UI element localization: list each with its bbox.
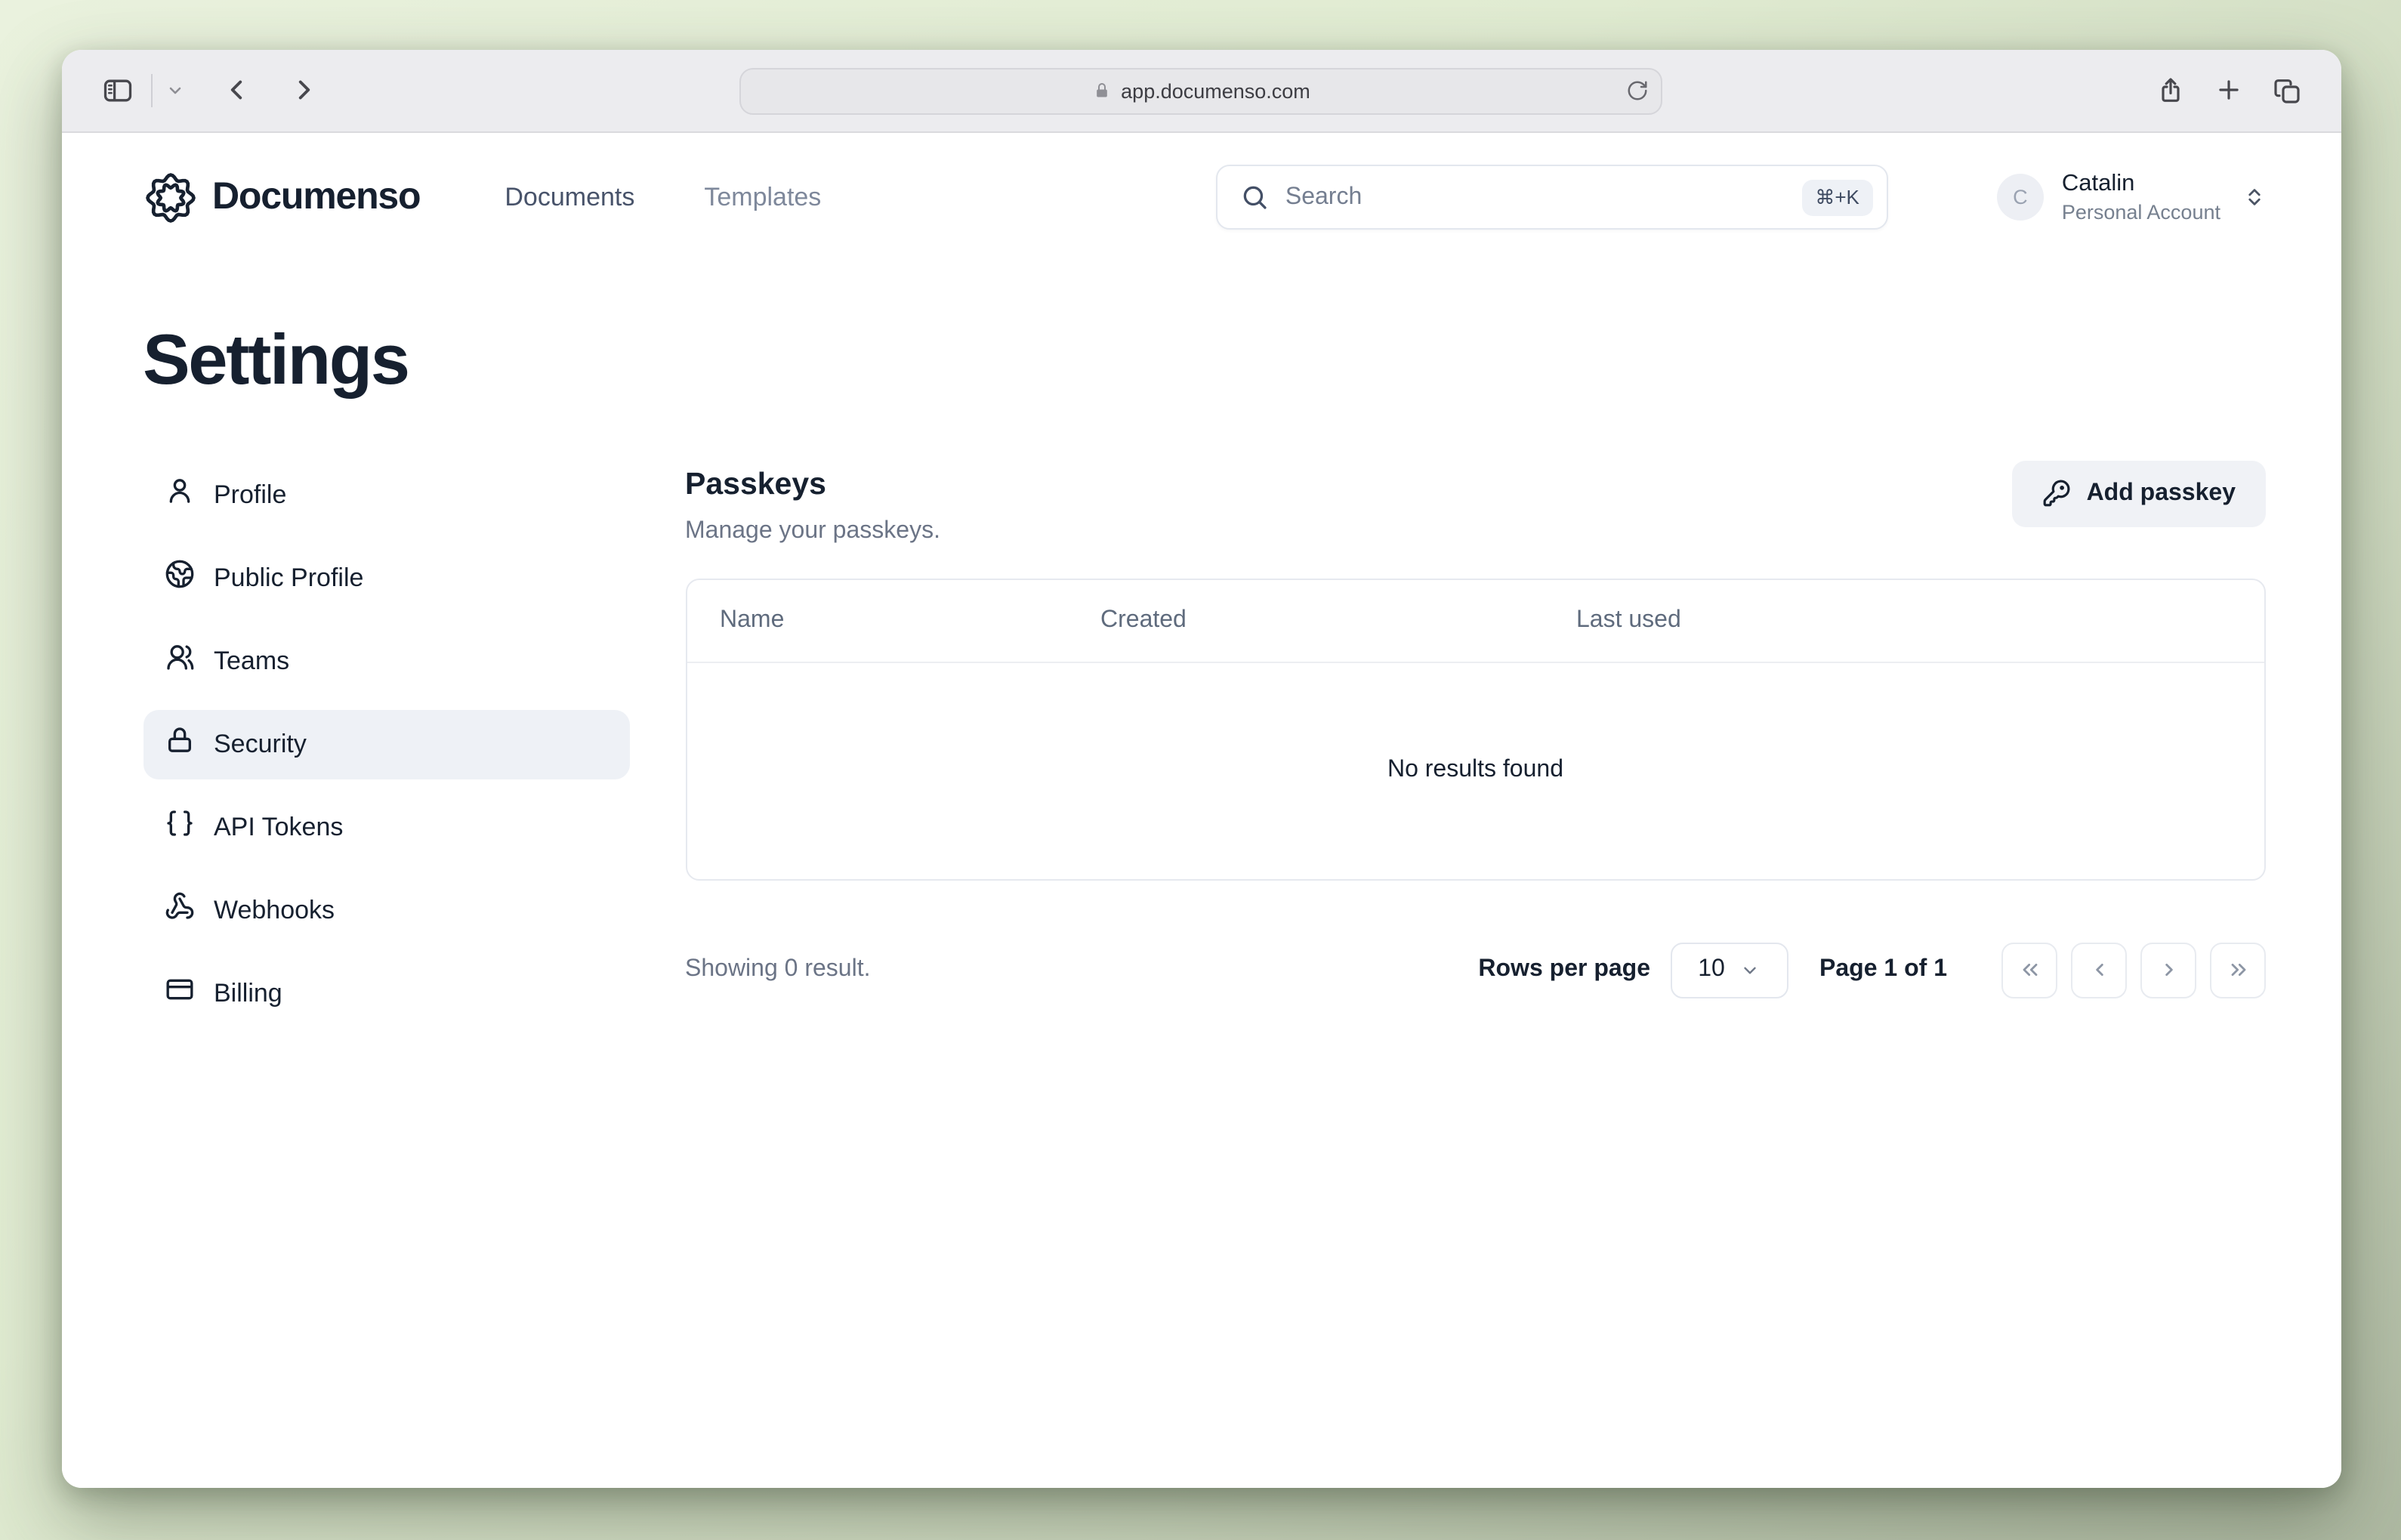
app-header: Documenso Documents Templates ⌘+K C C xyxy=(61,132,2341,262)
page-status: Page 1 of 1 xyxy=(1819,956,1947,983)
toolbar-divider xyxy=(150,73,152,106)
avatar: C xyxy=(1997,174,2044,221)
brand-logo[interactable]: Documenso xyxy=(143,170,420,224)
passkeys-section: Passkeys Manage your passkeys. xyxy=(685,460,2266,998)
top-nav: Documents Templates xyxy=(505,182,821,212)
add-passkey-button[interactable]: Add passkey xyxy=(2013,460,2266,526)
sidebar-item-webhooks[interactable]: Webhooks xyxy=(143,875,629,945)
section-subtitle: Manage your passkeys. xyxy=(685,517,940,545)
rows-per-page-label: Rows per page xyxy=(1478,956,1650,983)
search-input[interactable] xyxy=(1285,184,1801,211)
browser-window: app.documenso.com xyxy=(61,49,2341,1487)
chevron-right-icon xyxy=(2156,958,2180,982)
account-name: Catalin xyxy=(2062,171,2220,198)
section-title: Passkeys xyxy=(685,466,940,502)
settings-main: Settings Profile Public Profile xyxy=(61,262,2341,1042)
browser-toolbar: app.documenso.com xyxy=(61,49,2341,132)
user-icon xyxy=(164,476,194,514)
brand-name: Documenso xyxy=(212,175,420,219)
column-header-created: Created xyxy=(1100,606,1576,634)
sidebar-toggle-icon[interactable] xyxy=(100,73,134,106)
share-icon[interactable] xyxy=(2156,75,2186,105)
account-menu[interactable]: C Catalin Personal Account xyxy=(1997,171,2266,224)
globe-icon xyxy=(164,559,194,597)
webhook-icon xyxy=(164,891,194,929)
sidebar-item-public-profile[interactable]: Public Profile xyxy=(143,543,629,613)
first-page-button[interactable] xyxy=(2001,942,2057,998)
sidebar-item-billing[interactable]: Billing xyxy=(143,958,629,1028)
search-icon xyxy=(1240,183,1269,211)
key-icon xyxy=(2043,479,2072,508)
previous-page-button[interactable] xyxy=(2071,942,2127,998)
next-page-button[interactable] xyxy=(2140,942,2196,998)
search-shortcut-badge: ⌘+K xyxy=(1801,179,1873,215)
last-page-button[interactable] xyxy=(2210,942,2266,998)
chevron-down-icon[interactable] xyxy=(165,81,184,99)
search-box[interactable]: ⌘+K xyxy=(1216,165,1888,230)
chevrons-right-icon xyxy=(2226,958,2250,982)
table-header-row: Name Created Last used xyxy=(687,579,2264,662)
sidebar-item-api-tokens[interactable]: API Tokens xyxy=(143,792,629,862)
sidebar-item-profile[interactable]: Profile xyxy=(143,460,629,529)
lock-icon xyxy=(1092,82,1110,100)
results-summary: Showing 0 result. xyxy=(685,956,870,983)
forward-icon[interactable] xyxy=(288,74,319,106)
column-header-last-used: Last used xyxy=(1576,606,2231,634)
sidebar-item-security[interactable]: Security xyxy=(143,709,629,779)
sidebar-item-teams[interactable]: Teams xyxy=(143,626,629,696)
chevrons-up-down-icon xyxy=(2243,186,2266,208)
passkeys-table: Name Created Last used No results found xyxy=(685,578,2266,880)
app-page: Documenso Documents Templates ⌘+K C C xyxy=(61,132,2341,1487)
nav-documents[interactable]: Documents xyxy=(505,182,634,212)
settings-sidebar: Profile Public Profile Teams Securi xyxy=(143,460,629,1042)
documenso-seal-icon xyxy=(143,170,197,224)
users-icon xyxy=(164,642,194,680)
refresh-icon[interactable] xyxy=(1627,79,1650,102)
chevron-left-icon xyxy=(2087,958,2111,982)
desktop: app.documenso.com xyxy=(0,0,2401,1540)
empty-state: No results found xyxy=(687,662,2264,878)
tab-overview-icon[interactable] xyxy=(2272,75,2302,105)
url-text: app.documenso.com xyxy=(1121,79,1310,102)
chevron-down-icon xyxy=(1740,960,1760,980)
account-type: Personal Account xyxy=(2062,201,2220,224)
lock-icon xyxy=(164,725,194,763)
table-footer: Showing 0 result. Rows per page 10 Page … xyxy=(685,942,2266,998)
page-title: Settings xyxy=(143,323,2266,393)
nav-templates[interactable]: Templates xyxy=(704,182,821,212)
rows-per-page-select[interactable]: 10 xyxy=(1670,942,1788,998)
braces-icon xyxy=(164,808,194,846)
address-bar[interactable]: app.documenso.com xyxy=(740,67,1663,114)
back-icon[interactable] xyxy=(220,74,252,106)
credit-card-icon xyxy=(164,974,194,1012)
column-header-name: Name xyxy=(720,606,1100,634)
new-tab-icon[interactable] xyxy=(2214,76,2243,104)
chevrons-left-icon xyxy=(2017,958,2041,982)
